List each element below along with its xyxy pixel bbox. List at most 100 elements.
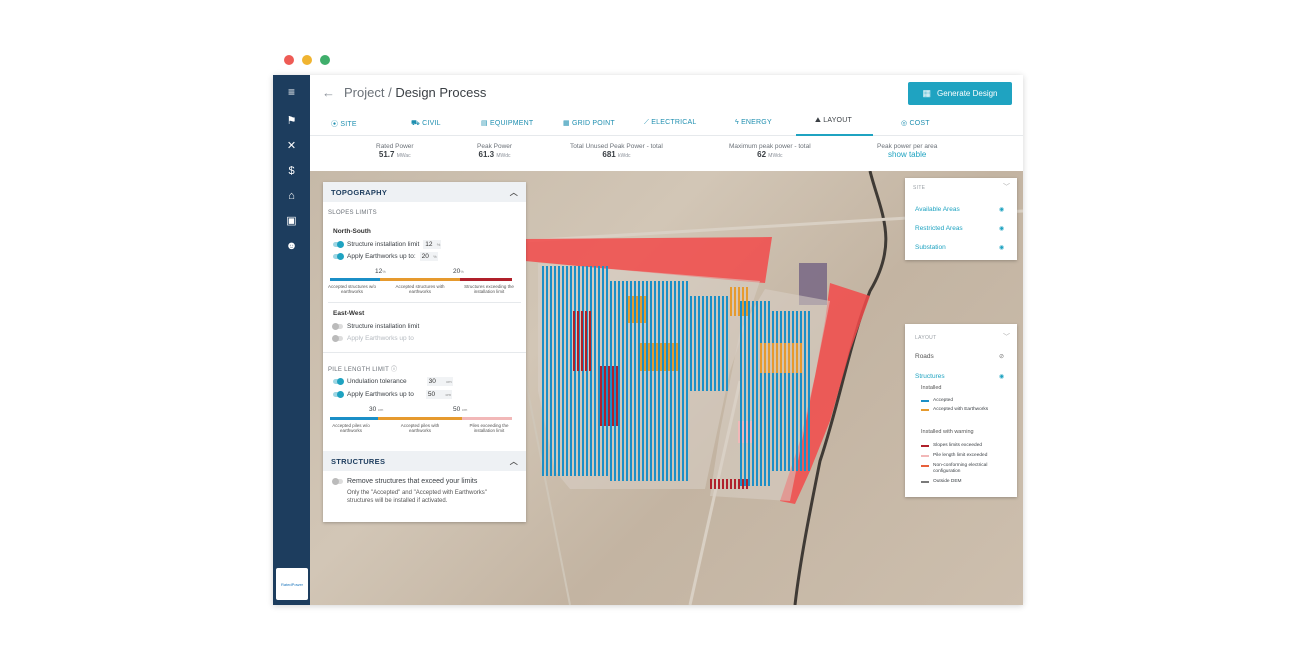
solar-row	[746, 287, 748, 316]
solar-row	[577, 311, 579, 371]
topography-title: TOPOGRAPHY	[331, 187, 388, 197]
bank-icon[interactable]: ⌂	[273, 187, 310, 205]
ns-earthworks-input[interactable]: 20%	[419, 252, 438, 261]
minimize-dot[interactable]	[302, 55, 312, 65]
solar-row	[784, 311, 786, 471]
layer-substation[interactable]: Substation	[915, 244, 946, 251]
layer-roads[interactable]: Roads	[915, 353, 934, 360]
solar-row	[634, 281, 636, 481]
pile-bar-label-2: Accepted piles with earthworks	[400, 423, 440, 433]
metric-max-peak: Maximum peak power - total 62 MWdc	[729, 143, 811, 159]
users-icon[interactable]: ☻	[273, 237, 310, 255]
eye-icon[interactable]: ◉	[999, 206, 1004, 213]
metrics-bar: Rated Power 51.7 MWac Peak Power 61.3 MW…	[310, 137, 1023, 171]
dollar-icon[interactable]: $	[273, 162, 310, 180]
metric-value: 51.7	[378, 150, 395, 159]
undulation-toggle[interactable]	[333, 378, 344, 385]
tab-layout[interactable]: ⛰ LAYOUT	[815, 117, 852, 125]
pile-tick-1: 30 cm	[369, 406, 383, 413]
coin-icon: ◎	[901, 120, 908, 127]
topography-header[interactable]: TOPOGRAPHY ︿	[323, 182, 526, 202]
solar-row	[640, 296, 642, 323]
layer-structures[interactable]: Structures	[915, 373, 945, 380]
tab-label: ENERGY	[741, 119, 772, 126]
layer-restricted-areas[interactable]: Restricted Areas	[915, 225, 963, 232]
ew-earthworks-label: Apply Earthworks up to	[347, 335, 414, 342]
back-arrow-icon[interactable]: ←	[322, 85, 335, 100]
tab-civil[interactable]: ⛟ CIVIL	[411, 119, 441, 128]
info-icon[interactable]: ⓘ	[391, 367, 397, 373]
design-icon: ▦	[922, 88, 932, 98]
ns-structure-input[interactable]: 12%	[423, 240, 442, 249]
solar-row	[686, 281, 688, 481]
ew-structure-toggle[interactable]	[332, 323, 343, 330]
chevron-up-icon[interactable]: ︿	[510, 456, 518, 467]
input-unit: cm	[445, 392, 451, 397]
tab-energy[interactable]: ϟ ENERGY	[735, 119, 772, 126]
briefcase-icon[interactable]: ▣	[273, 212, 310, 230]
solar-row	[550, 266, 552, 476]
pile-earthworks-input[interactable]: 50 cm	[425, 390, 452, 399]
remove-structures-toggle[interactable]	[332, 478, 343, 485]
slopes-limits-label: SLOPES LIMITS	[328, 210, 377, 216]
legend-label: Slopes limits exceeded	[933, 443, 983, 448]
solar-row	[642, 281, 644, 481]
structures-header[interactable]: STRUCTURES ︿	[323, 451, 526, 471]
ew-earthworks-toggle[interactable]	[332, 335, 343, 342]
solar-row	[608, 366, 610, 426]
solar-row	[562, 266, 564, 476]
generate-design-button[interactable]: ▦ Generate Design	[908, 82, 1012, 105]
solar-row	[734, 287, 736, 316]
eye-icon[interactable]: ◉	[999, 373, 1004, 380]
pile-earthworks-toggle[interactable]	[333, 391, 344, 398]
map-canvas[interactable]: TOPOGRAPHY ︿ SLOPES LIMITS North-South S…	[310, 171, 1023, 605]
chevron-up-icon[interactable]: ︿	[510, 187, 518, 198]
menu-icon[interactable]: ≡	[273, 83, 310, 101]
eye-off-icon[interactable]: ⊘	[999, 353, 1004, 360]
ns-structure-limit-row: Structure installation limit 12%	[333, 240, 442, 249]
page-title: Design Process	[395, 85, 487, 100]
ns-bar-label-1: Accepted structures w/o earthworks	[327, 284, 377, 294]
solar-row	[764, 301, 766, 486]
tools-icon[interactable]: ✕	[273, 137, 310, 155]
eye-icon[interactable]: ◉	[999, 225, 1004, 232]
tab-cost[interactable]: ◎ COST	[901, 119, 930, 127]
solar-row	[756, 301, 758, 486]
logo-text: RatedPower	[280, 581, 303, 587]
undulation-input[interactable]: 30 cm	[426, 377, 453, 386]
header: ← Project / Design Process ▦ Generate De…	[310, 75, 1023, 113]
tab-label: SITE	[340, 121, 357, 128]
solar-row	[630, 281, 632, 481]
note-line: Only the "Accepted" and "Accepted with E…	[347, 490, 487, 496]
tick-unit: %	[460, 269, 464, 274]
chevron-down-icon[interactable]: ﹀	[1003, 182, 1010, 192]
pile-length-title: PILE LENGTH LIMIT ⓘ	[328, 364, 397, 373]
tab-site[interactable]: ⦿ SITE	[331, 119, 357, 129]
close-dot[interactable]	[284, 55, 294, 65]
layer-available-areas[interactable]: Available Areas	[915, 206, 960, 213]
maximize-dot[interactable]	[320, 55, 330, 65]
solar-row	[558, 266, 560, 476]
tab-electrical[interactable]: ⟋ ELECTRICAL	[644, 119, 696, 127]
eye-icon[interactable]: ◉	[999, 244, 1004, 251]
legend-non-conforming: Non-conforming electrical configuration	[921, 463, 1003, 474]
ns-earthworks-toggle[interactable]	[333, 253, 344, 260]
breadcrumb-project[interactable]: Project	[344, 85, 384, 100]
show-table-link[interactable]: show table	[877, 150, 937, 159]
tab-equipment[interactable]: ▤ EQUIPMENT	[481, 119, 533, 127]
solar-row	[542, 266, 544, 476]
solar-row	[722, 296, 724, 391]
legend-swatch	[921, 454, 929, 457]
legend-accepted-earthworks: Accepted with Earthworks	[921, 407, 988, 412]
legend-label: Outside DEM	[933, 479, 962, 484]
company-logo[interactable]: RatedPower	[276, 568, 308, 600]
tab-grid-point[interactable]: ▦ GRID POINT	[563, 119, 615, 127]
solar-row	[570, 266, 572, 476]
chevron-down-icon[interactable]: ﹀	[1003, 332, 1010, 342]
ns-structure-toggle[interactable]	[333, 241, 344, 248]
solar-row	[694, 296, 696, 391]
ns-bar-earthworks	[380, 278, 460, 281]
tick-unit: cm	[462, 407, 468, 412]
flag-icon[interactable]: ⚑	[273, 112, 310, 130]
metric-value: 681	[602, 150, 616, 159]
